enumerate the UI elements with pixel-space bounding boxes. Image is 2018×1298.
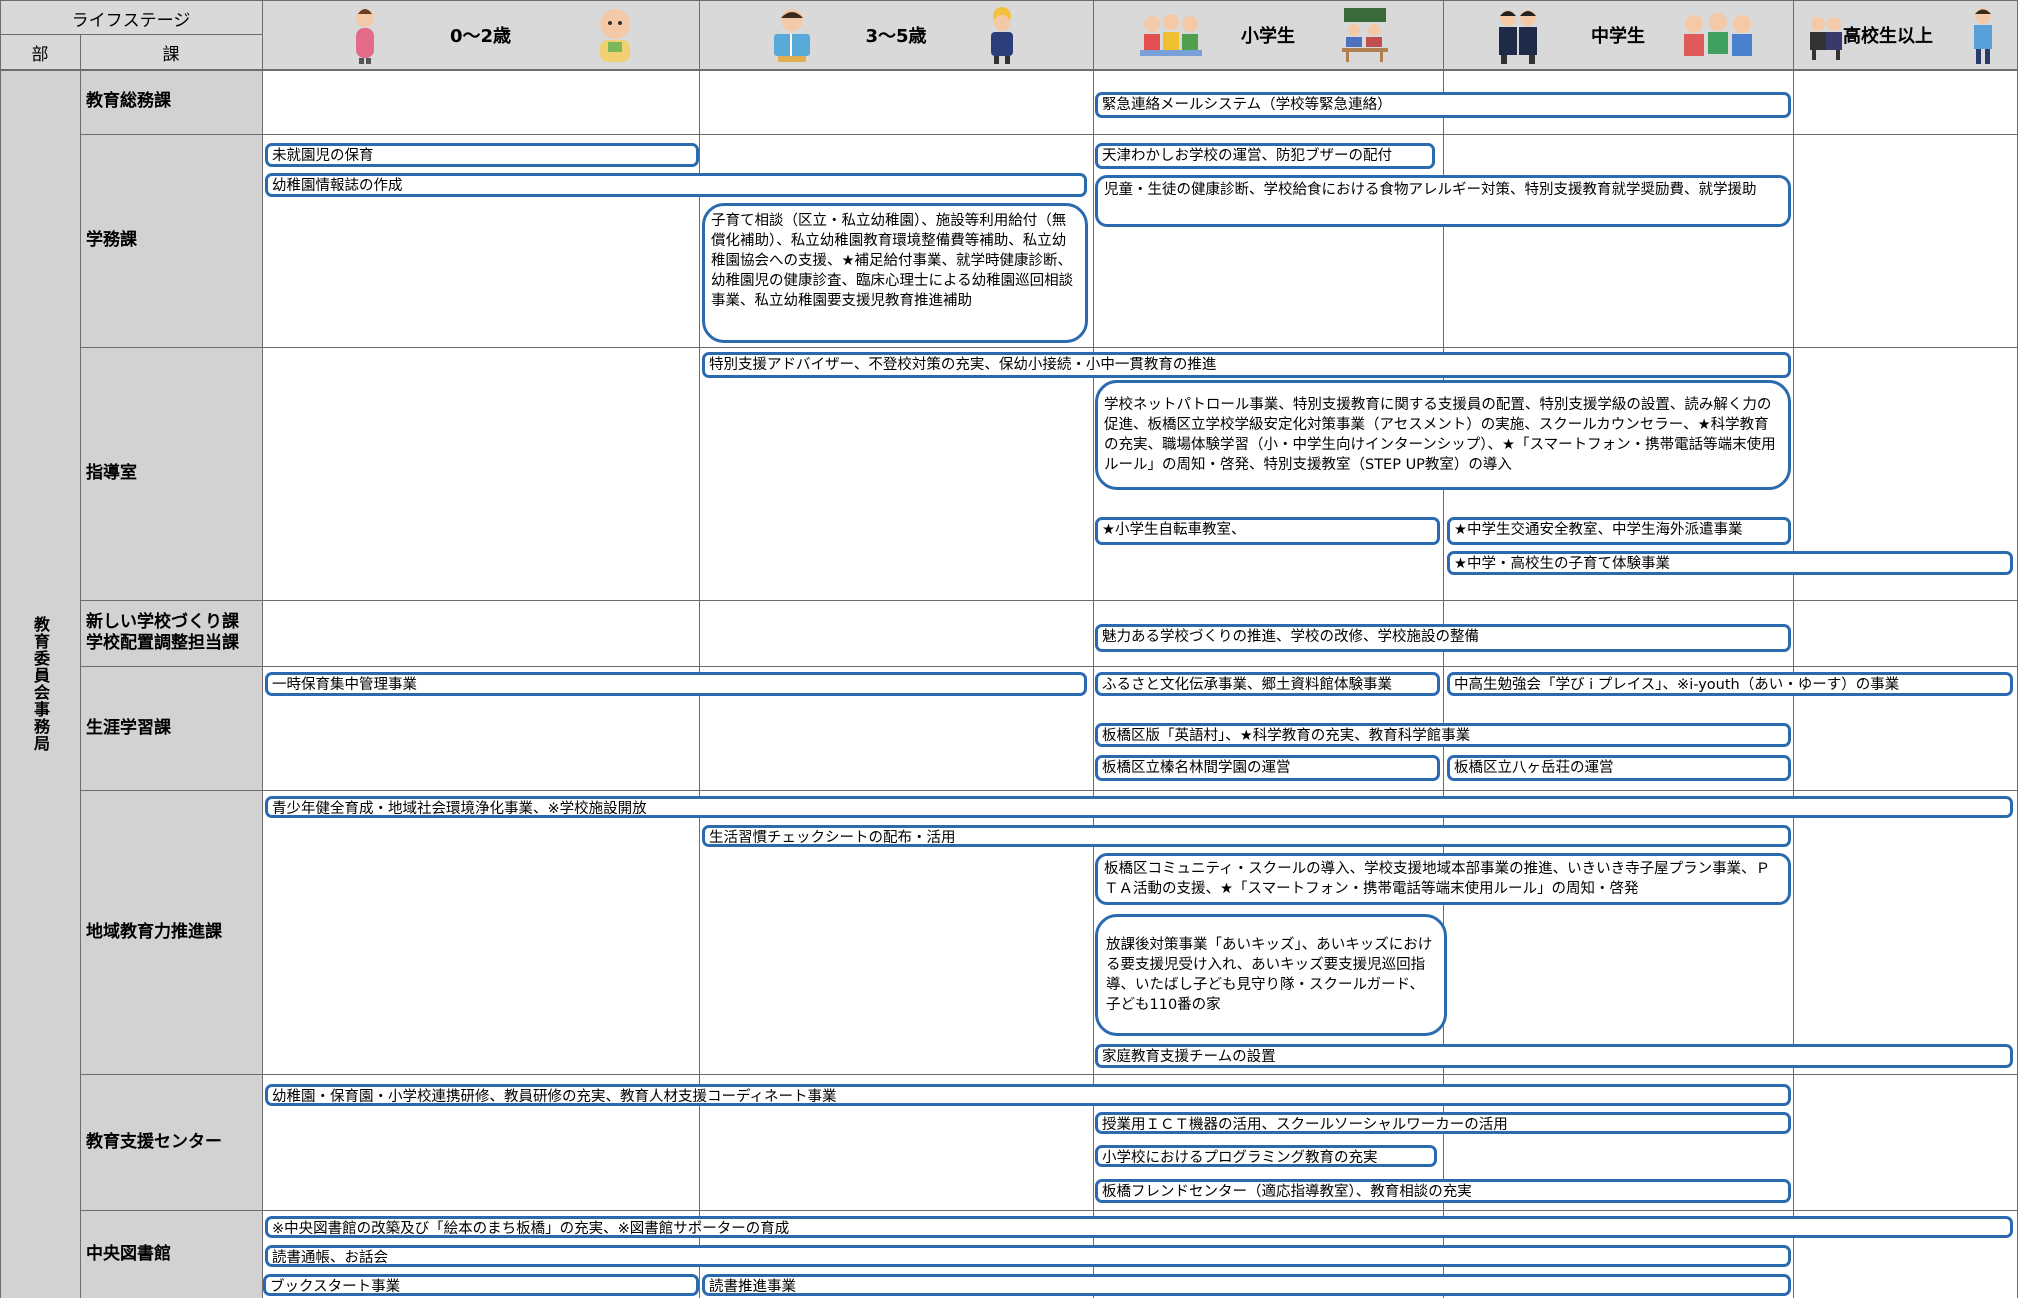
dept-chiiki: 地域教育力推進課 bbox=[86, 921, 222, 942]
grid-line bbox=[0, 0, 1, 1298]
item-traffic-safety: ★中学生交通安全教室、中学生海外派遣事業 bbox=[1447, 517, 1791, 545]
grid-line bbox=[80, 666, 2018, 667]
bu-label: 部 bbox=[31, 44, 49, 65]
pregnant-woman-icon bbox=[356, 9, 374, 64]
grid-line bbox=[0, 69, 2018, 71]
item-attractive-school: 魅力ある学校づくりの推進、学校の改修、学校施設の整備 bbox=[1095, 624, 1791, 652]
grid-line bbox=[80, 134, 2018, 135]
item-amatsu-school: 天津わかしお学校の運営、防犯ブザーの配付 bbox=[1095, 143, 1435, 169]
item-bookstart: ブックスタート事業 bbox=[263, 1274, 699, 1296]
item-school-net-patrol: 学校ネットパトロール事業、特別支援教育に関する支援員の配置、特別支援学級の設置、… bbox=[1095, 380, 1791, 490]
item-yatsugatake-so: 板橋区立八ヶ岳荘の運営 bbox=[1447, 755, 1791, 781]
student-group-icon bbox=[1684, 13, 1752, 56]
life-stage-label: ライフステージ bbox=[71, 10, 191, 31]
item-reading-passbook: 読書通帳、お話会 bbox=[265, 1245, 1791, 1267]
item-friend-center: 板橋フレンドセンター（適応指導教室）、教育相談の充実 bbox=[1095, 1179, 1791, 1203]
grid-line bbox=[80, 1210, 2018, 1211]
item-ict-equipment: 授業用ＩＣＴ機器の活用、スクールソーシャルワーカーの活用 bbox=[1095, 1112, 1791, 1134]
item-furusato-culture: ふるさと文化伝承事業、郷土資料館体験事業 bbox=[1095, 672, 1440, 696]
dept-shogai: 生涯学習課 bbox=[86, 717, 171, 738]
classroom-icon bbox=[1342, 8, 1388, 62]
item-ai-kids: 放課後対策事業「あいキッズ」、あいキッズにおける要支援児受け入れ、あいキッズ要支… bbox=[1095, 914, 1447, 1036]
item-childcare-consult: 子育て相談（区立・私立幼稚園）、施設等利用給付（無償化補助）、私立幼稚園教育環境… bbox=[702, 203, 1088, 343]
item-lifestyle-checksheet: 生活習慣チェックシートの配布・活用 bbox=[702, 825, 1791, 847]
ka-label: 課 bbox=[162, 44, 180, 65]
grid-line bbox=[0, 0, 2018, 1]
item-special-support-advisor: 特別支援アドバイザー、不登校対策の充実、保幼小接続・小中一貫教育の推進 bbox=[702, 352, 1791, 378]
item-childrearing-experience: ★中学・高校生の子育て体験事業 bbox=[1447, 551, 2013, 575]
grid-line bbox=[80, 790, 2018, 791]
item-programming-education: 小学校におけるプログラミング教育の充実 bbox=[1095, 1145, 1437, 1167]
grid-line bbox=[80, 1074, 2018, 1075]
item-bicycle-class: ★小学生自転車教室、 bbox=[1095, 517, 1440, 545]
grid-line bbox=[80, 347, 2018, 348]
baby-icon bbox=[600, 9, 630, 62]
item-youth-development: 青少年健全育成・地域社会環境浄化事業、※学校施設開放 bbox=[265, 796, 2013, 818]
schoolchildren-icon bbox=[1140, 14, 1202, 56]
kindergartener-icon bbox=[991, 7, 1013, 64]
item-health-checkup: 児童・生徒の健康診断、学校給食における食物アレルギー対策、特別支援教育就学奨励費… bbox=[1095, 175, 1791, 227]
grid-line bbox=[0, 34, 262, 35]
item-temporary-childcare: 一時保育集中管理事業 bbox=[265, 672, 1087, 696]
young-adult-icon bbox=[1974, 8, 1992, 64]
item-study-place: 中高生勉強会「学び i プレイス」、※i-youth（あい・ゆーす）の事業 bbox=[1447, 672, 2013, 696]
dept-atarashii: 新しい学校づくり課 学校配置調整担当課 bbox=[86, 612, 239, 653]
item-emergency-mail: 緊急連絡メールシステム（学校等緊急連絡） bbox=[1095, 92, 1791, 118]
item-teacher-training: 幼稚園・保育園・小学校連携研修、教員研修の充実、教育人材支援コーディネート事業 bbox=[265, 1084, 1791, 1106]
grid-line bbox=[80, 600, 2018, 601]
item-preschool-care: 未就園児の保育 bbox=[265, 143, 699, 167]
item-reading-promotion: 読書推進事業 bbox=[702, 1274, 1791, 1296]
item-kindergarten-magazine: 幼稚園情報誌の作成 bbox=[265, 173, 1087, 197]
grid-line bbox=[262, 0, 263, 1298]
item-family-education-team: 家庭教育支援チームの設置 bbox=[1095, 1044, 2013, 1068]
stage-3-5: 3〜5歳 bbox=[865, 25, 927, 47]
dept-gakumu: 学務課 bbox=[86, 230, 137, 250]
item-community-school: 板橋区コミュニティ・スクールの導入、学校支援地域本部事業の推進、いきいき寺子屋プ… bbox=[1095, 853, 1791, 905]
dept-shido: 指導室 bbox=[86, 463, 137, 483]
dept-tosho: 中央図書館 bbox=[86, 1243, 171, 1264]
dept-shien: 教育支援センター bbox=[86, 1131, 222, 1152]
item-central-library: ※中央図書館の改築及び「絵本のまち板橋」の充実、※図書館サポーターの育成 bbox=[265, 1216, 2013, 1238]
grid-line bbox=[1793, 0, 1794, 1298]
child-reading-icon bbox=[774, 9, 810, 62]
dept-somu: 教育総務課 bbox=[86, 91, 171, 111]
item-english-village: 板橋区版「英語村」、★科学教育の充実、教育科学館事業 bbox=[1095, 723, 1791, 747]
item-haruna-gakuen: 板橋区立榛名林間学園の運営 bbox=[1095, 755, 1440, 781]
bureau-cell: 教育委員会事務局 bbox=[0, 69, 80, 1298]
junior-high-students-icon bbox=[1499, 10, 1537, 64]
bureau-name: 教育委員会事務局 bbox=[31, 615, 50, 752]
grid-line bbox=[80, 34, 81, 1298]
high-school-students-icon bbox=[1810, 17, 1842, 60]
